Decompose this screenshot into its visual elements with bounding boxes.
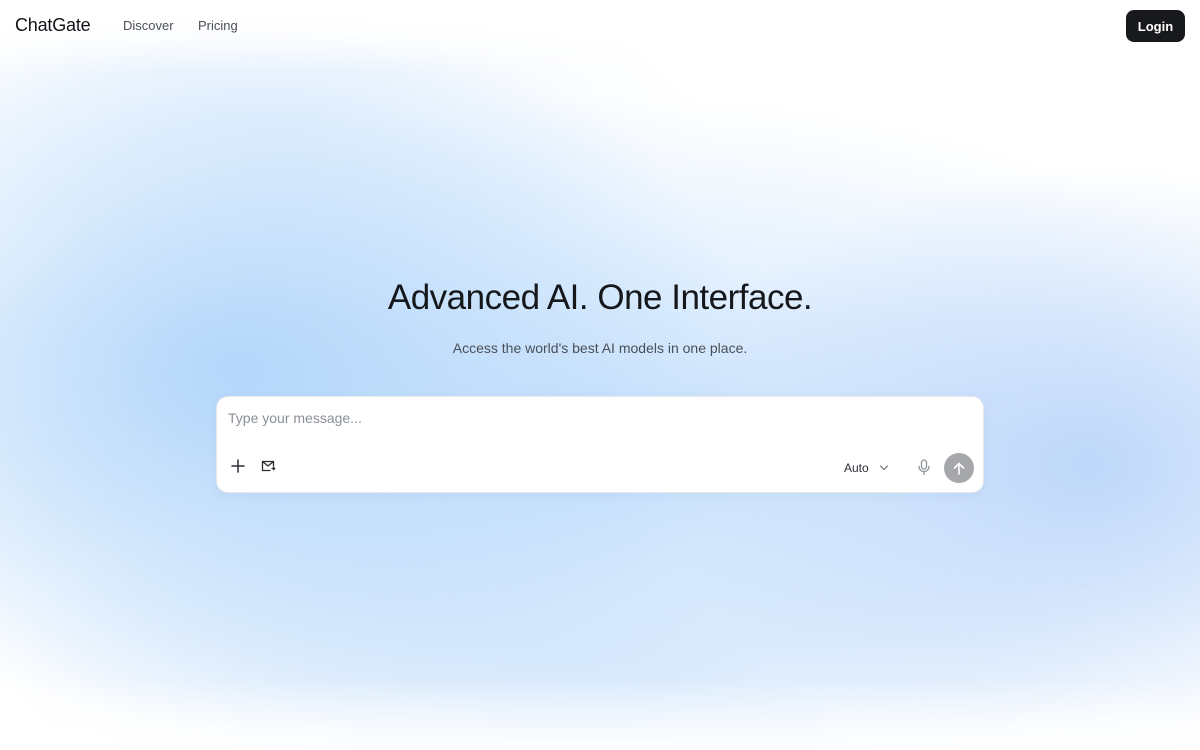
message-composer: Auto: [216, 396, 984, 493]
chevron-down-icon: [879, 465, 889, 471]
login-button[interactable]: Login: [1126, 10, 1185, 42]
model-selector[interactable]: Auto: [844, 459, 889, 477]
top-navigation: ChatGate Discover Pricing Login: [0, 0, 1200, 52]
logo[interactable]: ChatGate: [15, 15, 91, 36]
background-fade-bottom: [0, 680, 1200, 750]
hero-subtitle: Access the world's best AI models in one…: [452, 340, 748, 356]
arrow-up-icon: [953, 462, 965, 475]
background-gradient: [0, 0, 1200, 750]
plus-icon[interactable]: [229, 457, 247, 475]
mail-icon[interactable]: [259, 458, 277, 474]
send-button[interactable]: [944, 453, 974, 483]
message-input[interactable]: [228, 410, 928, 426]
model-selector-label: Auto: [844, 461, 869, 475]
hero-title: Advanced AI. One Interface.: [387, 278, 813, 317]
nav-link-discover[interactable]: Discover: [123, 18, 174, 33]
nav-link-pricing[interactable]: Pricing: [198, 18, 238, 33]
microphone-icon[interactable]: [916, 458, 932, 476]
